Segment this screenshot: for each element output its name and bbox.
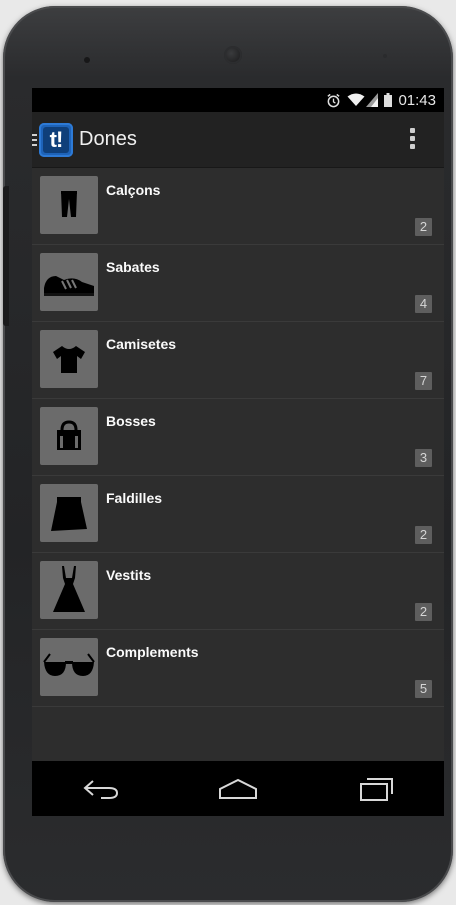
tshirt-icon [40,330,98,388]
screen: 01:43 t! Dones Calçons 2 Sabates 4 Camis… [32,88,444,816]
back-button[interactable] [71,769,131,809]
signal-icon [366,93,379,107]
list-item-label: Vestits [106,567,152,583]
list-item-label: Faldilles [106,490,163,506]
back-icon [83,779,118,799]
handbag-icon [40,407,98,465]
wifi-icon [347,93,365,107]
status-bar: 01:43 [32,88,444,112]
count-badge: 5 [415,680,432,698]
recents-icon [360,777,394,801]
phone-frame: 01:43 t! Dones Calçons 2 Sabates 4 Camis… [3,6,453,902]
home-button[interactable] [208,769,268,809]
count-badge: 4 [415,295,432,313]
list-item[interactable]: Sabates 4 [32,245,444,322]
light-sensor [383,54,387,58]
drawer-indicator-icon[interactable] [32,131,37,149]
dress-icon [40,561,98,619]
list-item-label: Calçons [106,182,161,198]
battery-icon [384,93,393,107]
count-badge: 2 [415,526,432,544]
skirt-icon [40,484,98,542]
count-badge: 7 [415,372,432,390]
proximity-sensor [84,57,90,63]
list-item[interactable]: Calçons 2 [32,168,444,245]
sneaker-icon [40,253,98,311]
sunglasses-icon [40,638,98,696]
navigation-bar [32,761,444,816]
page-title: Dones [79,128,137,150]
trousers-icon [40,176,98,234]
home-icon [218,778,257,799]
list-item[interactable]: Vestits 2 [32,553,444,630]
list-item[interactable]: Faldilles 2 [32,476,444,553]
list-item-label: Camisetes [106,336,177,352]
alarm-icon [326,93,341,108]
list-item-label: Complements [106,644,199,660]
app-logo[interactable]: t! [39,122,73,157]
list-item[interactable]: Complements 5 [32,630,444,707]
list-item[interactable]: Camisetes 7 [32,322,444,399]
count-badge: 2 [415,218,432,236]
action-bar: t! Dones [32,112,444,168]
volume-key [3,186,9,326]
overflow-menu-icon[interactable] [410,128,416,152]
list-item[interactable]: Bosses 3 [32,399,444,476]
category-list: Calçons 2 Sabates 4 Camisetes 7 Bosses 3… [32,168,444,707]
status-time: 01:43 [398,91,436,109]
list-item-label: Bosses [106,413,156,429]
count-badge: 3 [415,449,432,467]
recents-button[interactable] [345,769,405,809]
front-camera [224,46,242,64]
list-item-label: Sabates [106,259,160,275]
count-badge: 2 [415,603,432,621]
